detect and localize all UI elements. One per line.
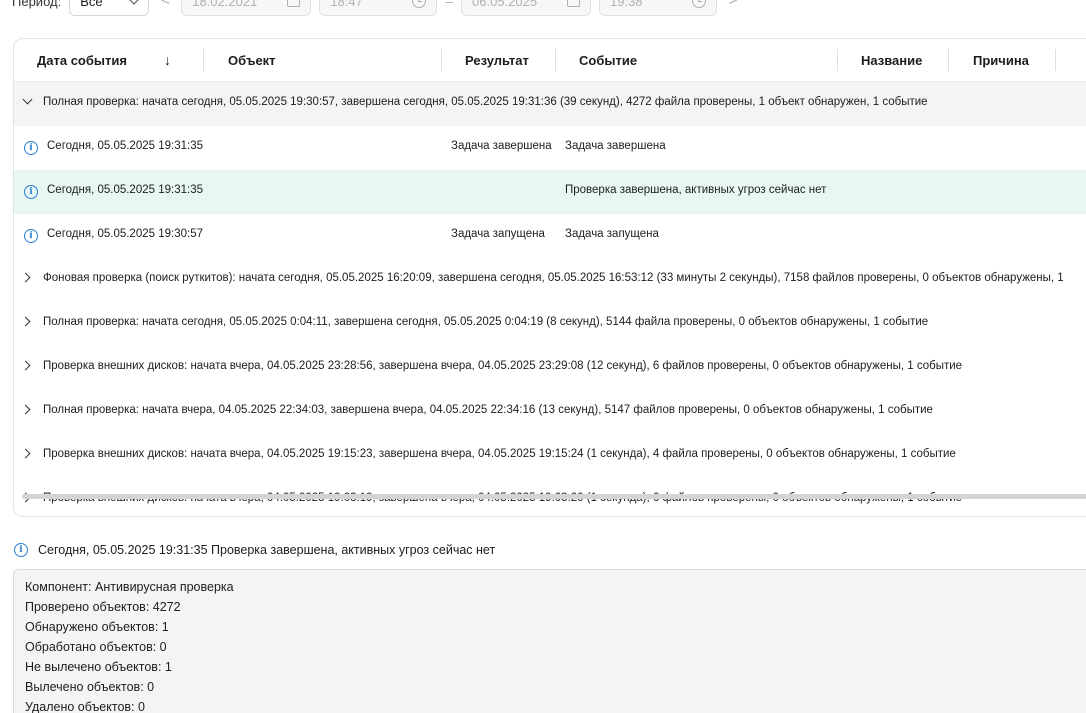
period-select[interactable]: Все	[69, 0, 150, 16]
chevron-right-icon[interactable]	[20, 360, 31, 371]
next-period-button[interactable]: >	[725, 0, 741, 16]
table-body: Полная проверка: начата сегодня, 05.05.2…	[14, 82, 1086, 507]
group-summary: Фоновая проверка (поиск руткитов): начат…	[43, 272, 1064, 284]
event-description: Задача запущена	[565, 228, 659, 240]
table-header: Дата события ↓ Объект Результат Событие …	[14, 39, 1086, 82]
column-header-event[interactable]: Событие	[579, 39, 637, 82]
column-header-event-label: Событие	[579, 53, 638, 68]
start-date-field[interactable]: 18.02.2021	[181, 0, 312, 16]
table-row[interactable]: i Сегодня, 05.05.2025 19:31:35 Задача за…	[14, 126, 1086, 170]
group-summary: Проверка внешних дисков: начата вчера, 0…	[43, 360, 963, 372]
end-time-value: 19:38	[610, 0, 643, 9]
table-row-selected[interactable]: i Сегодня, 05.05.2025 19:31:35 Проверка …	[14, 170, 1086, 214]
group-summary: Проверка внешних дисков: начата вчера, 0…	[43, 448, 956, 460]
clock-icon	[692, 0, 707, 8]
period-select-value: Все	[80, 0, 103, 9]
column-header-object[interactable]: Объект	[228, 39, 276, 82]
group-row[interactable]: Проверка внешних дисков: начата вчера, 0…	[14, 434, 1086, 478]
group-row[interactable]: Полная проверка: начата сегодня, 05.05.2…	[14, 302, 1086, 346]
group-row[interactable]: Проверка внешних дисков: начата вчера, 0…	[14, 478, 1086, 507]
chevron-right-icon[interactable]	[20, 316, 31, 327]
detail-line: Не вылечено объектов: 1	[25, 660, 172, 674]
event-result: Задача завершена	[451, 140, 552, 152]
group-summary: Полная проверка: начата сегодня, 05.05.2…	[43, 316, 929, 328]
detail-line: Проверено объектов: 4272	[25, 600, 181, 614]
column-header-name-label: Название	[861, 53, 923, 68]
event-description: Проверка завершена, активных угроз сейча…	[565, 184, 827, 196]
table-row[interactable]: i Сегодня, 05.05.2025 19:30:57 Задача за…	[14, 214, 1086, 258]
chevron-right-icon[interactable]	[20, 272, 31, 283]
period-label: Период:	[12, 0, 62, 9]
end-date-value: 06.05.2025	[472, 0, 538, 9]
info-icon: i	[24, 185, 38, 199]
start-time-field[interactable]: 18:47	[319, 0, 438, 16]
column-header-name[interactable]: Название	[861, 39, 922, 82]
calendar-icon	[567, 0, 581, 7]
chevron-right-icon[interactable]	[20, 448, 31, 459]
event-result: Задача запущена	[451, 228, 545, 240]
column-header-date-label: Дата события	[37, 53, 127, 68]
filter-bar: Период: Все < 18.02.2021 18:47 – 06.05.2…	[0, 0, 741, 16]
range-separator: –	[445, 0, 454, 9]
group-row[interactable]: Полная проверка: начата сегодня, 05.05.2…	[14, 82, 1086, 126]
column-header-date[interactable]: Дата события	[37, 39, 127, 82]
column-header-reason-label: Причина	[973, 53, 1029, 68]
column-separator[interactable]	[555, 49, 556, 71]
event-log-window: Период: Все < 18.02.2021 18:47 – 06.05.2…	[0, 0, 1086, 713]
info-icon: i	[24, 229, 38, 243]
prev-period-button[interactable]: <	[157, 0, 173, 16]
column-header-result-label: Результат	[465, 53, 529, 68]
chevron-down-icon	[128, 0, 140, 5]
chevron-down-icon[interactable]	[22, 94, 33, 105]
detail-line: Удалено объектов: 0	[25, 700, 145, 713]
group-summary: Полная проверка: начата сегодня, 05.05.2…	[43, 96, 928, 108]
info-icon: i	[14, 543, 28, 557]
column-separator[interactable]	[837, 49, 838, 71]
event-date: Сегодня, 05.05.2025 19:31:35	[47, 140, 203, 152]
event-details-panel[interactable]: Компонент: Антивирусная проверка Провере…	[13, 569, 1086, 713]
group-row[interactable]: Полная проверка: начата вчера, 04.05.202…	[14, 390, 1086, 434]
column-header-object-label: Объект	[228, 53, 276, 68]
end-time-field[interactable]: 19:38	[599, 0, 718, 16]
column-header-result[interactable]: Результат	[465, 39, 529, 82]
info-icon: i	[24, 141, 38, 155]
event-description: Задача завершена	[565, 140, 666, 152]
event-date: Сегодня, 05.05.2025 19:31:35	[47, 184, 203, 196]
column-separator[interactable]	[203, 49, 204, 71]
group-row[interactable]: Фоновая проверка (поиск руткитов): начат…	[14, 258, 1086, 302]
column-separator[interactable]	[1055, 49, 1056, 71]
start-date-value: 18.02.2021	[192, 0, 258, 9]
column-separator[interactable]	[948, 49, 949, 71]
event-details-header: i Сегодня, 05.05.2025 19:31:35 Проверка …	[14, 543, 495, 557]
column-separator[interactable]	[441, 49, 442, 71]
horizontal-scrollbar[interactable]	[22, 494, 1086, 499]
end-date-field[interactable]: 06.05.2025	[461, 0, 592, 16]
sort-descending-icon[interactable]: ↓	[164, 52, 171, 68]
detail-line: Компонент: Антивирусная проверка	[25, 580, 234, 594]
calendar-icon	[287, 0, 301, 7]
group-summary: Полная проверка: начата вчера, 04.05.202…	[43, 404, 933, 416]
detail-line: Обработано объектов: 0	[25, 640, 167, 654]
clock-icon	[412, 0, 427, 8]
event-date: Сегодня, 05.05.2025 19:30:57	[47, 228, 203, 240]
detail-line: Вылечено объектов: 0	[25, 680, 155, 694]
event-details-title: Сегодня, 05.05.2025 19:31:35 Проверка за…	[38, 543, 496, 557]
events-table: Дата события ↓ Объект Результат Событие …	[13, 38, 1086, 517]
detail-line: Обнаружено объектов: 1	[25, 620, 169, 634]
chevron-right-icon[interactable]	[20, 404, 31, 415]
group-row[interactable]: Проверка внешних дисков: начата вчера, 0…	[14, 346, 1086, 390]
start-time-value: 18:47	[330, 0, 363, 9]
column-header-reason[interactable]: Причина	[973, 39, 1029, 82]
